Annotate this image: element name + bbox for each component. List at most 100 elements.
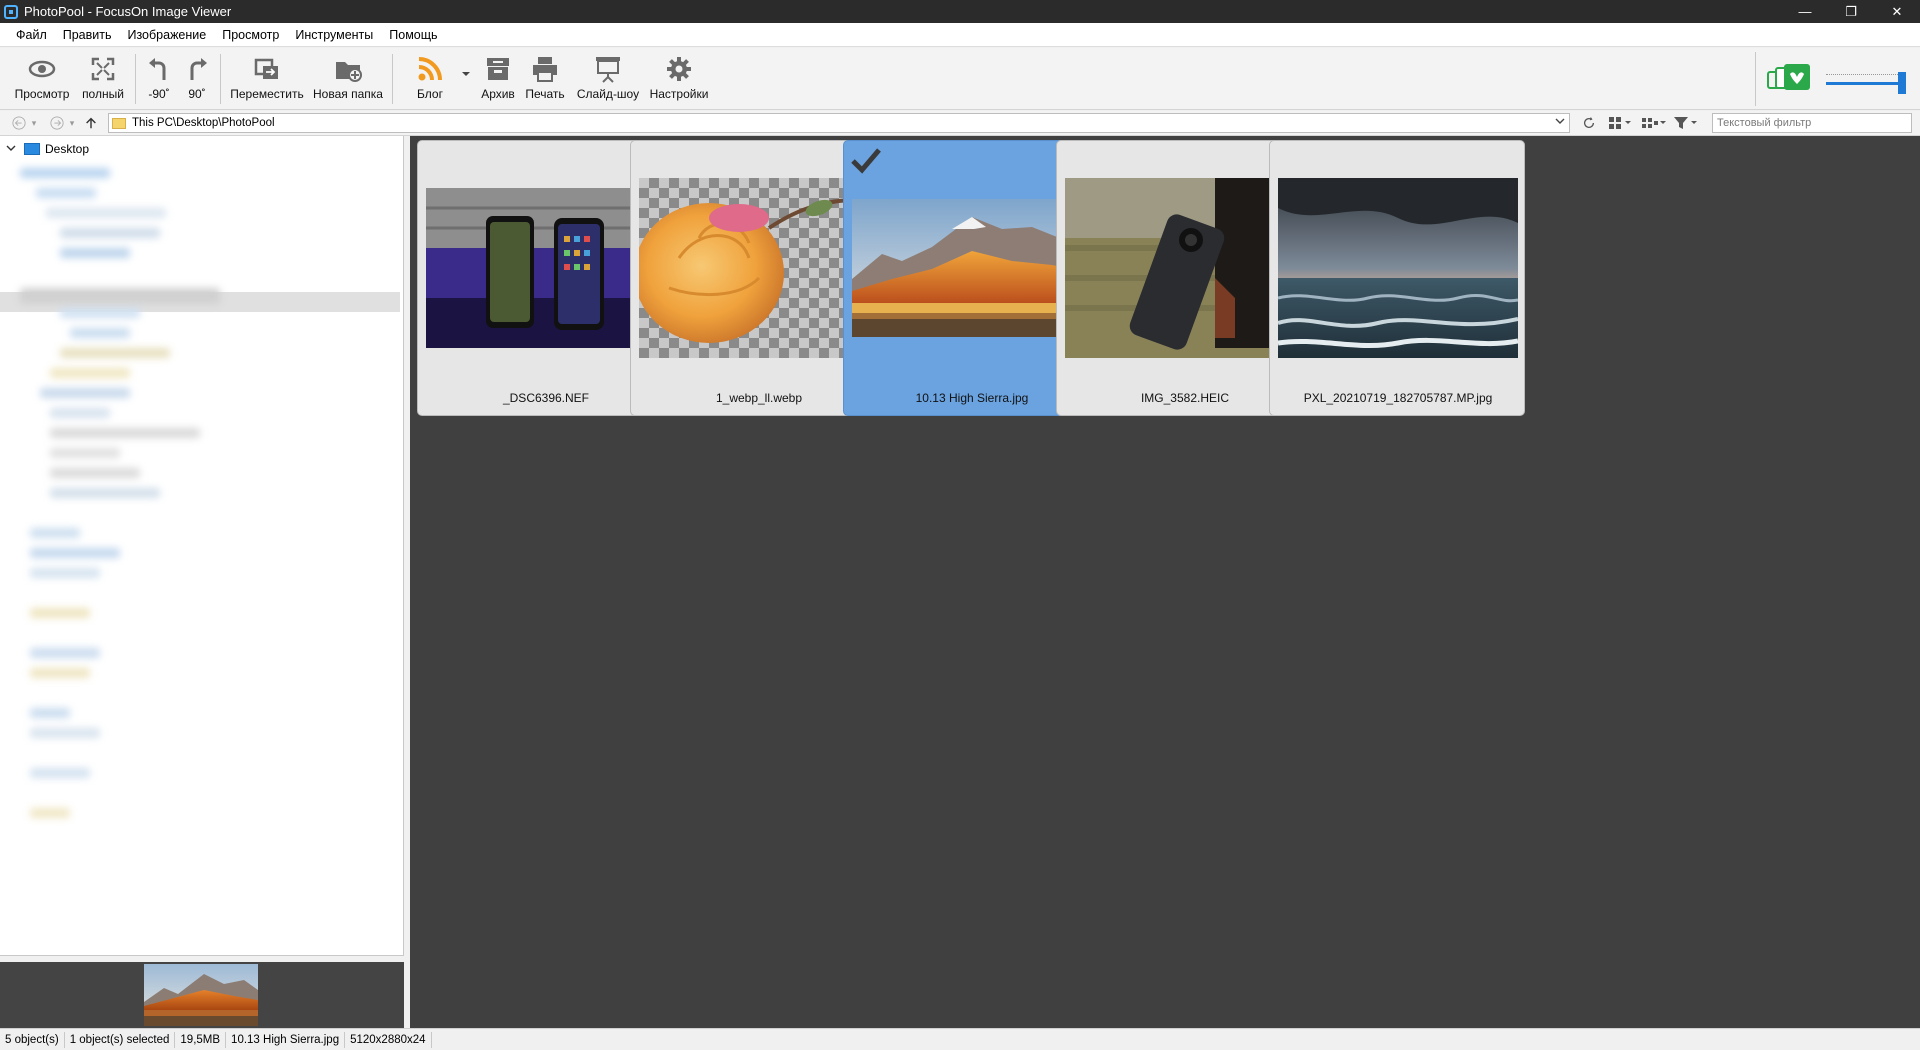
settings-button[interactable]: Настройки [646, 52, 712, 106]
print-button[interactable]: Печать [523, 52, 567, 106]
view-tools [1576, 113, 1702, 133]
toolbar-separator [392, 54, 393, 104]
view-mode-button[interactable] [1602, 113, 1638, 133]
forward-arrow-icon [50, 116, 64, 130]
title-bar: PhotoPool - FocusOn Image Viewer — ❐ ✕ [0, 0, 1920, 23]
thumbnail-item[interactable]: PXL_20210719_182705787.MP.jpg [1269, 140, 1525, 416]
rotate-left-button[interactable]: -90˚ [143, 52, 175, 106]
up-arrow-icon [86, 117, 96, 129]
folder-icon [112, 117, 126, 129]
status-bar: 5 object(s) 1 object(s) selected 19,5MB … [0, 1028, 1920, 1050]
fullscreen-button[interactable]: полный [78, 52, 128, 106]
archive-label: Архив [481, 87, 515, 101]
printer-icon [533, 57, 557, 82]
chevron-down-icon [1555, 118, 1565, 124]
slideshow-label: Слайд-шоу [576, 87, 640, 101]
menu-help[interactable]: Помощь [381, 23, 445, 47]
forward-history-dropdown[interactable]: ▾ [66, 113, 78, 133]
view-label: Просмотр [14, 87, 70, 101]
rotate-right-button[interactable]: 90˚ [181, 52, 213, 106]
menu-file[interactable]: Файл [8, 23, 55, 47]
path-text: This PC\Desktop\PhotoPool [132, 117, 275, 129]
blog-label: Блог [417, 87, 443, 101]
zoom-slider-thumb[interactable] [1898, 72, 1906, 94]
archive-button[interactable]: Архив [478, 52, 518, 106]
blog-dropdown-button[interactable] [460, 52, 472, 106]
fullscreen-label: полный [82, 87, 124, 101]
address-bar: ▾ ▾ This PC\Desktop\PhotoPool Текстовый … [0, 111, 1920, 136]
desktop-icon [24, 143, 40, 155]
slideshow-icon [596, 57, 620, 83]
filter-icon [1674, 117, 1697, 129]
thumbnail-size-icon[interactable] [1766, 62, 1814, 94]
new-folder-icon [336, 62, 362, 82]
refresh-icon [1583, 116, 1595, 129]
toolbar-separator [135, 54, 136, 104]
window-title: PhotoPool - FocusOn Image Viewer [24, 4, 232, 19]
filter-button[interactable] [1670, 113, 1702, 133]
grid-icon [1609, 117, 1631, 129]
move-button[interactable]: Переместить [228, 52, 306, 106]
tree-item-label: Desktop [45, 142, 90, 156]
rotate-right-icon [190, 58, 207, 80]
back-history-dropdown[interactable]: ▾ [28, 113, 40, 133]
status-file-size: 19,5MB [175, 1031, 227, 1048]
menu-view[interactable]: Просмотр [214, 23, 287, 47]
status-object-count: 5 object(s) [0, 1031, 65, 1048]
new-folder-button[interactable]: Новая папка [312, 52, 384, 106]
tree-item-desktop[interactable]: Desktop [6, 140, 89, 158]
text-filter-input[interactable]: Текстовый фильтр [1712, 113, 1912, 133]
thumbnail-filename: PXL_20210719_182705787.MP.jpg [1303, 391, 1493, 405]
zoom-slider-ticks [1826, 74, 1906, 78]
gear-icon [667, 57, 691, 81]
expand-chevron-icon[interactable] [6, 143, 18, 156]
folder-tree[interactable]: Desktop [0, 136, 404, 956]
status-file-name: 10.13 High Sierra.jpg [226, 1031, 346, 1048]
move-icon [254, 58, 278, 79]
path-field[interactable]: This PC\Desktop\PhotoPool [108, 113, 1570, 133]
checkmark-icon[interactable] [850, 147, 882, 175]
status-dimensions: 5120x2880x24 [345, 1031, 432, 1048]
menu-image[interactable]: Изображение [119, 23, 214, 47]
window-controls: — ❐ ✕ [1782, 0, 1920, 23]
back-button[interactable] [10, 113, 28, 133]
rotate-left-label: -90˚ [148, 87, 170, 101]
rotate-right-label: 90˚ [188, 87, 206, 101]
preview-image [144, 964, 258, 1026]
sort-icon [1642, 118, 1666, 128]
rotate-left-icon [149, 58, 166, 80]
view-button[interactable]: Просмотр [12, 52, 72, 106]
app-icon [4, 4, 18, 19]
sort-button[interactable] [1638, 113, 1670, 133]
up-button[interactable] [82, 113, 100, 133]
blurred-tree-items [20, 162, 220, 955]
fullscreen-icon [91, 57, 115, 81]
refresh-button[interactable] [1576, 113, 1602, 133]
menu-edit[interactable]: Править [55, 23, 120, 47]
thumbnail-grid: _DSC6396.NEF 1_webp_ll.webp 10.13 High S… [410, 136, 1920, 1028]
restore-button[interactable]: ❐ [1828, 0, 1874, 23]
print-label: Печать [525, 87, 565, 101]
menu-bar: Файл Править Изображение Просмотр Инстру… [0, 23, 1920, 47]
blog-button[interactable]: Блог [408, 52, 452, 106]
status-selected-count: 1 object(s) selected [65, 1031, 176, 1048]
archive-icon [487, 58, 509, 80]
preview-pane [0, 962, 404, 1028]
menu-tools[interactable]: Инструменты [287, 23, 381, 47]
zoom-control [1755, 52, 1915, 106]
new-folder-label: Новая папка [313, 87, 383, 101]
slideshow-button[interactable]: Слайд-шоу [574, 52, 642, 106]
zoom-slider[interactable] [1826, 82, 1906, 85]
toolbar-separator [220, 54, 221, 104]
forward-button[interactable] [48, 113, 66, 133]
back-arrow-icon [12, 116, 26, 130]
minimize-button[interactable]: — [1782, 0, 1828, 23]
eye-icon [28, 60, 56, 78]
rss-icon [418, 57, 442, 81]
settings-label: Настройки [649, 87, 709, 101]
path-dropdown[interactable] [1555, 116, 1565, 129]
thumbnail-image [1278, 178, 1518, 358]
close-button[interactable]: ✕ [1874, 0, 1920, 23]
toolbar: Просмотр полный -90˚ 90˚ Переместить Нов… [0, 48, 1920, 110]
chevron-down-icon [462, 72, 470, 76]
